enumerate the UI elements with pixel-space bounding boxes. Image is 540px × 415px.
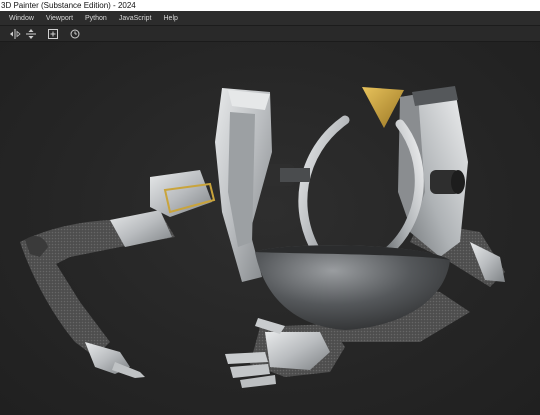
align-axis-button[interactable] (25, 28, 37, 40)
mirror-symmetry-button[interactable] (9, 28, 21, 40)
mirror-symmetry-icon (10, 29, 21, 39)
3d-model-render (20, 86, 505, 388)
add-frame-icon (48, 29, 58, 39)
reset-view-icon (70, 29, 80, 39)
menu-viewport[interactable]: Viewport (40, 15, 79, 22)
window-title-bar: 3D Painter (Substance Edition) - 2024 (0, 0, 540, 11)
3d-viewport[interactable] (0, 42, 540, 415)
add-frame-button[interactable] (47, 28, 59, 40)
menu-bar: Window Viewport Python JavaScript Help (0, 11, 540, 26)
menu-window[interactable]: Window (3, 15, 40, 22)
window-title: 3D Painter (Substance Edition) - 2024 (1, 1, 136, 10)
viewport-toolbar (0, 26, 540, 42)
menu-python[interactable]: Python (79, 15, 113, 22)
align-axis-icon (26, 29, 36, 39)
menu-javascript[interactable]: JavaScript (113, 15, 158, 22)
menu-help[interactable]: Help (158, 15, 184, 22)
reset-view-button[interactable] (69, 28, 81, 40)
